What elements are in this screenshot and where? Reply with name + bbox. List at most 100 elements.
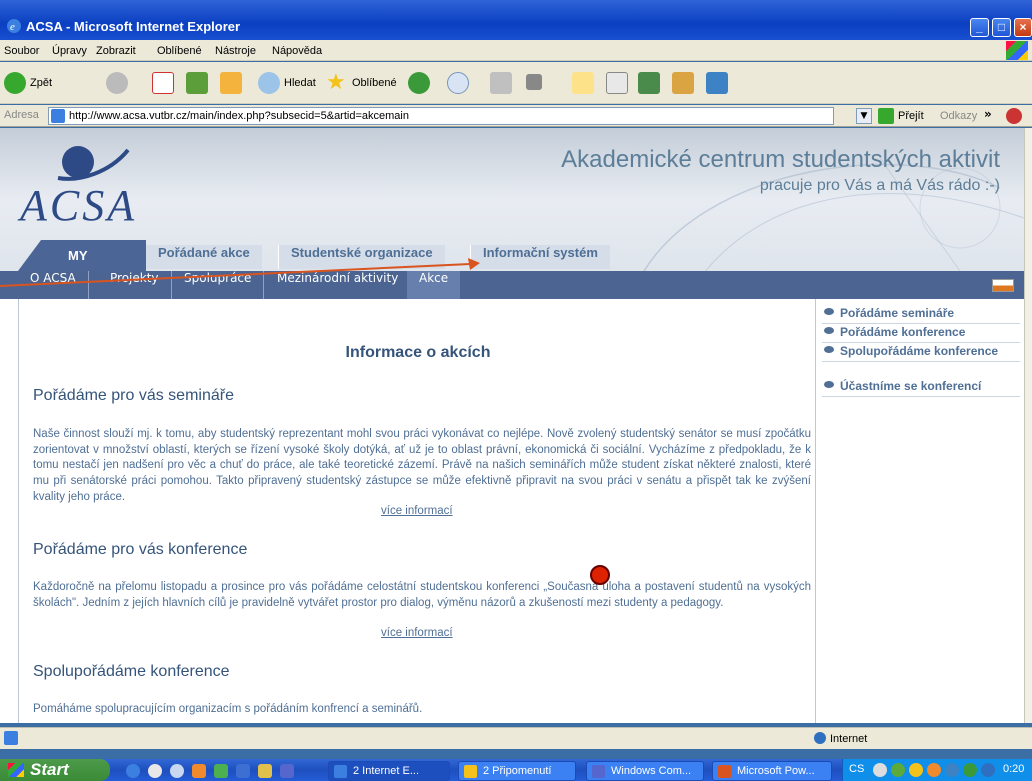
bullet-icon	[824, 308, 834, 315]
section-text: Pomáháme spolupracujícím organizacím s p…	[33, 703, 423, 715]
save-launch-icon[interactable]	[280, 764, 294, 778]
logo-text: ACSA	[20, 181, 138, 230]
research-icon[interactable]	[672, 72, 694, 94]
address-dropdown-icon[interactable]: ▼	[856, 108, 872, 124]
menu-help[interactable]: Nápověda	[272, 45, 322, 57]
menu-file[interactable]: Soubor	[4, 45, 39, 57]
tray-back-icon[interactable]	[873, 763, 887, 777]
desktop-launch-icon[interactable]	[170, 764, 184, 778]
sidebar-item-co-organized[interactable]: Spolupořádáme konference	[822, 341, 1020, 362]
clock[interactable]: 0:20	[1003, 763, 1024, 775]
search-label[interactable]: Hledat	[284, 77, 316, 89]
sidebar: Pořádáme semináře Pořádáme konference Sp…	[818, 299, 1024, 723]
ie-launch-icon[interactable]	[126, 764, 140, 778]
page-heading: Informace o akcích	[345, 344, 491, 361]
discuss-icon[interactable]	[572, 72, 594, 94]
address-label: Adresa	[4, 109, 39, 121]
tray-app-icon[interactable]	[891, 763, 905, 777]
section-title: Pořádáme pro vás semináře	[33, 387, 234, 404]
sidebar-item-label: Pořádáme semináře	[840, 306, 955, 320]
mail-icon[interactable]	[447, 72, 469, 94]
media-launch-icon[interactable]	[148, 764, 162, 778]
messenger-icon[interactable]	[606, 72, 628, 94]
back-arrow-icon[interactable]	[4, 72, 26, 94]
translate-icon[interactable]	[1006, 108, 1022, 124]
menu-view[interactable]: Zobrazit	[96, 45, 136, 57]
quick-launch	[126, 763, 306, 779]
site-title: Akademické centrum studentských aktivit	[561, 146, 1000, 173]
tray-network-icon[interactable]	[945, 763, 959, 777]
window-title: ACSA - Microsoft Internet Explorer	[26, 19, 241, 34]
globe-icon	[814, 732, 826, 744]
go-button[interactable]: Přejít	[898, 110, 924, 122]
czech-flag-icon[interactable]	[992, 279, 1014, 292]
print-icon[interactable]	[490, 72, 512, 94]
maximize-button[interactable]: □	[992, 18, 1011, 37]
search-icon[interactable]	[258, 72, 280, 94]
sidebar-item-label: Spolupořádáme konference	[840, 344, 999, 358]
paint-launch-icon[interactable]	[258, 764, 272, 778]
task-windows-com[interactable]: Windows Com...	[586, 761, 704, 781]
zone-label: Internet	[830, 733, 868, 745]
history-icon[interactable]	[408, 72, 430, 94]
task-ie[interactable]: 2 Internet E...	[328, 761, 450, 781]
ie-icon: e	[6, 18, 22, 34]
office-launch-icon[interactable]	[192, 764, 206, 778]
sidebar-item-label: Účastníme se konferencí	[840, 379, 982, 393]
sidebar-item-attending[interactable]: Účastníme se konferencí	[822, 376, 1020, 397]
tray-messenger-icon[interactable]	[909, 763, 923, 777]
bullet-icon	[824, 381, 834, 388]
excel-launch-icon[interactable]	[214, 764, 228, 778]
powerpoint-task-icon	[718, 765, 731, 778]
ie-task-icon	[334, 765, 347, 778]
sidebar-item-conferences[interactable]: Pořádáme konference	[822, 322, 1020, 343]
main-content: Informace o akcích Pořádáme pro vás semi…	[18, 299, 816, 723]
forward-arrow-icon[interactable]	[106, 72, 128, 94]
address-url[interactable]: http://www.acsa.vutbr.cz/main/index.php?…	[69, 110, 409, 122]
status-bar	[0, 727, 1032, 749]
star-icon[interactable]: ★	[326, 70, 346, 95]
menu-favorites[interactable]: Oblíbené	[157, 45, 202, 57]
stop-icon[interactable]	[152, 72, 174, 94]
bullet-icon	[824, 346, 834, 353]
ladybug-icon	[590, 565, 610, 585]
page-viewport: ACSA Akademické centrum studentských akt…	[0, 128, 1024, 723]
tray-office-icon[interactable]	[927, 763, 941, 777]
close-button[interactable]: ×	[1014, 18, 1032, 37]
tray-update-icon[interactable]	[981, 763, 995, 777]
word-launch-icon[interactable]	[236, 764, 250, 778]
system-tray: CS 0:20	[842, 759, 1032, 781]
go-arrow-icon[interactable]	[878, 108, 894, 124]
chevron-right-icon[interactable]: »	[984, 107, 992, 121]
vertical-scrollbar[interactable]	[1024, 128, 1032, 723]
more-info-link[interactable]: více informací	[381, 505, 453, 517]
links-label[interactable]: Odkazy	[940, 110, 977, 122]
favorites-label[interactable]: Oblíbené	[352, 77, 397, 89]
users-icon[interactable]	[706, 72, 728, 94]
task-reminders[interactable]: 2 Připomenutí	[458, 761, 576, 781]
site-subtitle: pracuje pro Vás a má Vás rádo :-)	[759, 177, 1000, 194]
section-title: Pořádáme pro vás konference	[33, 541, 248, 558]
menu-bar	[0, 40, 1032, 61]
svg-text:e: e	[10, 21, 15, 33]
page-icon	[51, 109, 65, 123]
back-label[interactable]: Zpět	[30, 77, 52, 89]
bullet-icon	[824, 327, 834, 334]
sidebar-item-seminars[interactable]: Pořádáme semináře	[822, 303, 1020, 324]
minimize-button[interactable]: _	[970, 18, 989, 37]
tray-security-icon[interactable]	[963, 763, 977, 777]
pro-icon[interactable]	[638, 72, 660, 94]
refresh-icon[interactable]	[186, 72, 208, 94]
home-icon[interactable]	[220, 72, 242, 94]
menu-tools[interactable]: Nástroje	[215, 45, 256, 57]
language-indicator[interactable]: CS	[849, 763, 864, 775]
menu-edit[interactable]: Úpravy	[52, 45, 87, 57]
section-text: Naše činnost slouží mj. k tomu, aby stud…	[33, 428, 811, 503]
address-input[interactable]: http://www.acsa.vutbr.cz/main/index.php?…	[48, 107, 834, 125]
reminder-task-icon	[464, 765, 477, 778]
more-info-link[interactable]: více informací	[381, 627, 453, 639]
task-powerpoint[interactable]: Microsoft Pow...	[712, 761, 832, 781]
edit-icon[interactable]	[526, 74, 542, 90]
section-text: Každoročně na přelomu listopadu a prosin…	[33, 581, 811, 609]
annotation-arrow	[0, 258, 480, 287]
